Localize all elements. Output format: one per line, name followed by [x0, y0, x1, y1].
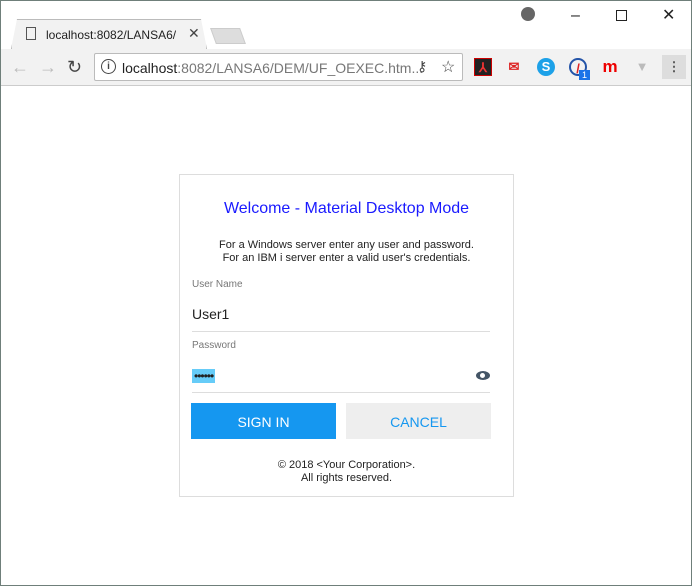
sign-in-button[interactable]: SIGN IN — [191, 403, 336, 439]
url-host: localhost — [122, 60, 178, 76]
password-label: Password — [192, 340, 236, 351]
login-card: Welcome - Material Desktop Mode For a Wi… — [179, 174, 514, 497]
key-icon[interactable]: ⚷ — [417, 58, 427, 75]
skype-extension-icon[interactable]: S — [537, 58, 555, 76]
maximize-button[interactable] — [616, 10, 627, 21]
url-path: :8082/LANSA6/DEM/UF_OEXEC.htm... — [177, 60, 424, 76]
mail-extension-icon[interactable]: ✉ — [505, 58, 523, 76]
user-name-value: User1 — [192, 306, 230, 322]
desc-windows: For a Windows server enter any user and … — [219, 239, 474, 251]
user-name-input[interactable]: User1 — [192, 306, 490, 332]
browser-toolbar: ← → ↻ i localhost:8082/LANSA6/DEM/UF_OEX… — [1, 49, 691, 86]
profile-icon[interactable] — [521, 7, 535, 21]
filter-extension-icon[interactable]: ▼ — [633, 58, 651, 76]
show-password-icon[interactable] — [476, 371, 490, 380]
close-window-button[interactable]: ✕ — [662, 5, 675, 25]
minimize-button[interactable]: – — [571, 7, 580, 25]
back-icon[interactable]: ← — [11, 57, 29, 78]
pdf-extension-icon[interactable]: ⅄ — [474, 58, 492, 76]
menu-icon[interactable]: ⋮ — [662, 55, 686, 79]
reload-icon[interactable]: ↻ — [67, 57, 82, 78]
login-title: Welcome - Material Desktop Mode — [223, 200, 470, 217]
cancel-button[interactable]: CANCEL — [346, 403, 491, 439]
extension-badge: 1 — [579, 70, 591, 80]
copyright: © 2018 <Your Corporation>. — [277, 459, 416, 471]
close-tab-icon[interactable]: ✕ — [188, 25, 200, 42]
star-icon[interactable]: ☆ — [441, 57, 455, 77]
desc-ibmi: For an IBM i server enter a valid user's… — [222, 252, 471, 264]
rights: All rights reserved. — [300, 472, 393, 484]
new-tab-button[interactable] — [210, 28, 246, 44]
password-value: •••••• — [192, 369, 216, 383]
password-input[interactable]: •••••• — [192, 367, 490, 393]
title-bar: localhost:8082/LANSA6/DEM/UF_OEXEC.html … — [1, 1, 691, 49]
user-name-label: User Name — [192, 279, 243, 290]
forward-icon[interactable]: → — [39, 57, 57, 78]
address-bar[interactable]: i localhost:8082/LANSA6/DEM/UF_OEXEC.htm… — [94, 53, 463, 81]
m-extension-icon[interactable]: m — [601, 58, 619, 76]
page-icon — [26, 27, 36, 40]
tab-title: localhost:8082/LANSA6/DEM/UF_OEXEC.html — [46, 28, 176, 42]
browser-tab[interactable]: localhost:8082/LANSA6/DEM/UF_OEXEC.html … — [11, 19, 207, 49]
info-icon[interactable]: i — [101, 59, 116, 74]
